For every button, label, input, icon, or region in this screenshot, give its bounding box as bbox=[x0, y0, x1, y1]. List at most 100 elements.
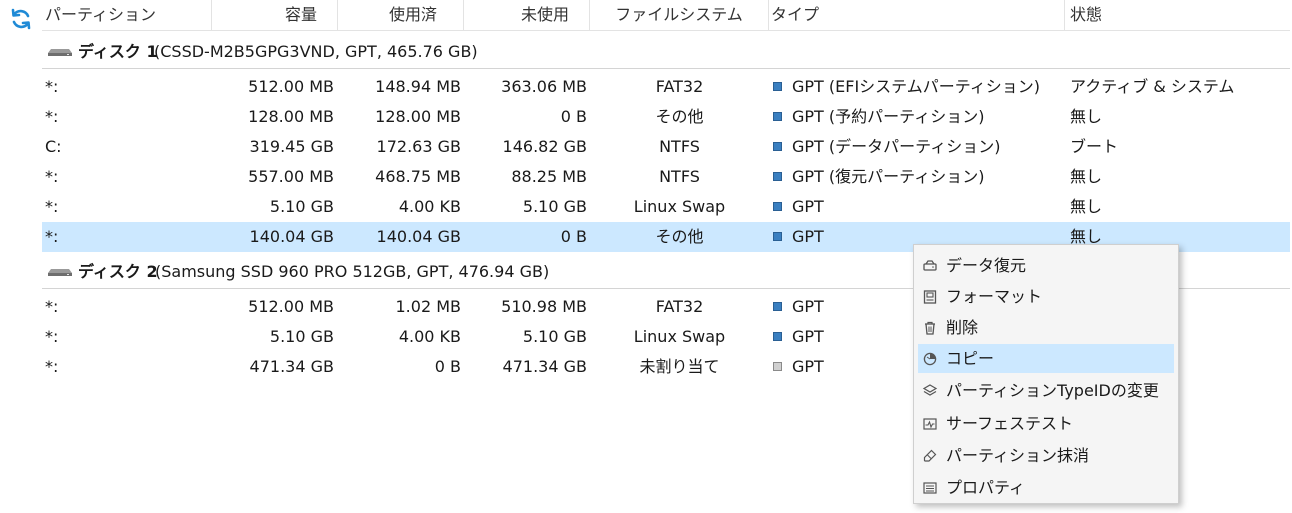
partition-unused: 0 B bbox=[560, 227, 587, 246]
properties-icon bbox=[923, 482, 937, 494]
column-header: パーティション 容量 使用済 未使用 ファイルシステム タイプ 状態 bbox=[42, 0, 1290, 31]
partition-name: *: bbox=[45, 167, 59, 186]
partition-type: GPT (復元パーティション) bbox=[792, 167, 985, 186]
context-menu-item-label: パーティション抹消 bbox=[946, 446, 1090, 465]
partition-unused: 88.25 MB bbox=[511, 167, 587, 186]
partition-name: *: bbox=[45, 77, 59, 96]
partition-type-color-icon bbox=[773, 362, 782, 371]
partition-type-color-icon bbox=[773, 142, 782, 151]
disk-drive-icon bbox=[48, 269, 72, 276]
context-menu-item-label: サーフェステスト bbox=[946, 414, 1074, 433]
partition-unused: 471.34 GB bbox=[502, 357, 587, 376]
context-menu-item[interactable]: パーティションTypeIDの変更 bbox=[918, 376, 1174, 405]
partition-type: GPT (EFIシステムパーティション) bbox=[792, 77, 1040, 96]
partition-capacity: 512.00 MB bbox=[248, 77, 334, 96]
partition-row[interactable]: *: 5.10 GB 4.00 KB 5.10 GB Linux Swap GPT 無し bbox=[42, 192, 1290, 222]
data-recovery-icon bbox=[923, 260, 937, 271]
partition-row[interactable]: *: 512.00 MB 148.94 MB 363.06 MB FAT32 GPT (E… bbox=[42, 72, 1290, 102]
partition-type: GPT (予約パーティション) bbox=[792, 107, 985, 126]
column-header-partition[interactable]: パーティション bbox=[42, 0, 212, 30]
partition-unused: 0 B bbox=[560, 107, 587, 126]
format-icon bbox=[923, 290, 937, 304]
context-menu-item-label: データ復元 bbox=[946, 256, 1027, 275]
partition-capacity: 140.04 GB bbox=[249, 227, 334, 246]
context-menu-item[interactable]: データ復元 bbox=[918, 251, 1174, 280]
partition-used: 468.75 MB bbox=[375, 167, 461, 186]
partition-status: 無し bbox=[1070, 197, 1103, 216]
context-menu-item[interactable]: サーフェステスト bbox=[918, 409, 1174, 438]
partition-capacity: 5.10 GB bbox=[269, 327, 334, 346]
column-header-status[interactable]: 状態 bbox=[1065, 0, 1290, 30]
context-menu-item[interactable]: コピー bbox=[918, 344, 1174, 373]
disk-separator bbox=[42, 68, 1290, 69]
partition-filesystem: FAT32 bbox=[655, 297, 704, 316]
partition-unused: 5.10 GB bbox=[522, 197, 587, 216]
surface-test-icon bbox=[923, 418, 937, 430]
context-menu-item-label: コピー bbox=[946, 349, 995, 368]
partition-row[interactable]: *: 128.00 MB 128.00 MB 0 B その他 GPT (予約パーティション… bbox=[42, 102, 1290, 132]
partition-name: *: bbox=[45, 357, 59, 376]
context-menu-item-label: 削除 bbox=[946, 318, 979, 337]
partition-filesystem: Linux Swap bbox=[633, 327, 726, 346]
partition-used: 172.63 GB bbox=[376, 137, 461, 156]
partition-type-color-icon bbox=[773, 172, 782, 181]
disk-label: ディスク 1 bbox=[78, 42, 158, 61]
layers-icon bbox=[922, 384, 938, 396]
partition-filesystem: その他 bbox=[655, 227, 704, 246]
context-menu-item-label: プロパティ bbox=[946, 478, 1026, 497]
column-header-type[interactable]: タイプ bbox=[769, 0, 1065, 30]
partition-row[interactable]: *: 557.00 MB 468.75 MB 88.25 MB NTFS GPT (復元パ… bbox=[42, 162, 1290, 192]
column-header-used[interactable]: 使用済 bbox=[338, 0, 464, 30]
context-menu-item[interactable]: 削除 bbox=[918, 313, 1174, 342]
context-menu-item-label: フォーマット bbox=[946, 287, 1043, 306]
column-header-unused[interactable]: 未使用 bbox=[464, 0, 590, 30]
disk-header-row[interactable]: ディスク 1 (CSSD-M2B5GPG3VND, GPT, 465.76 GB) bbox=[42, 37, 1290, 67]
eraser-icon bbox=[923, 449, 937, 462]
partition-type-color-icon bbox=[773, 332, 782, 341]
partition-row[interactable]: C: 319.45 GB 172.63 GB 146.82 GB NTFS GPT (デー… bbox=[42, 132, 1290, 162]
column-header-filesystem[interactable]: ファイルシステム bbox=[590, 0, 769, 30]
partition-name: *: bbox=[45, 197, 59, 216]
partition-capacity: 128.00 MB bbox=[248, 107, 334, 126]
partition-capacity: 512.00 MB bbox=[248, 297, 334, 316]
partition-used: 148.94 MB bbox=[375, 77, 461, 96]
copy-icon bbox=[923, 352, 937, 366]
partition-unused: 510.98 MB bbox=[501, 297, 587, 316]
partition-type: GPT bbox=[792, 197, 824, 216]
refresh-icon[interactable] bbox=[9, 7, 33, 31]
column-header-capacity[interactable]: 容量 bbox=[212, 0, 338, 30]
partition-name: C: bbox=[45, 137, 62, 156]
partition-status: 無し bbox=[1070, 107, 1103, 126]
partition-filesystem: 未割り当て bbox=[639, 357, 720, 376]
partition-filesystem: FAT32 bbox=[655, 77, 704, 96]
partition-unused: 146.82 GB bbox=[502, 137, 587, 156]
disk-drive-icon bbox=[48, 49, 72, 56]
context-menu-item[interactable]: プロパティ bbox=[918, 473, 1174, 502]
partition-type-color-icon bbox=[773, 112, 782, 121]
disk-info: (Samsung SSD 960 PRO 512GB, GPT, 476.94 … bbox=[155, 262, 550, 281]
disk-info: (CSSD-M2B5GPG3VND, GPT, 465.76 GB) bbox=[154, 42, 478, 61]
partition-name: *: bbox=[45, 227, 59, 246]
partition-used: 1.02 MB bbox=[395, 297, 462, 316]
partition-used: 0 B bbox=[434, 357, 461, 376]
partition-status: アクティブ & システム bbox=[1070, 77, 1235, 96]
partition-used: 4.00 KB bbox=[398, 197, 461, 216]
partition-status: ブート bbox=[1070, 137, 1119, 156]
context-menu: データ復元フォーマット 削除コピーパーティションTypeIDの変更サーフェステスト… bbox=[913, 244, 1179, 504]
partition-type-color-icon bbox=[773, 82, 782, 91]
partition-used: 128.00 MB bbox=[375, 107, 461, 126]
partition-used: 4.00 KB bbox=[398, 327, 461, 346]
context-menu-item[interactable]: フォーマット bbox=[918, 282, 1174, 311]
partition-status: 無し bbox=[1070, 167, 1103, 186]
partition-unused: 363.06 MB bbox=[501, 77, 587, 96]
partition-filesystem: その他 bbox=[655, 107, 704, 126]
partition-capacity: 5.10 GB bbox=[269, 197, 334, 216]
partition-filesystem: Linux Swap bbox=[633, 197, 726, 216]
partition-filesystem: NTFS bbox=[659, 137, 700, 156]
partition-type: GPT (データパーティション) bbox=[792, 137, 1001, 156]
partition-filesystem: NTFS bbox=[659, 167, 700, 186]
partition-name: *: bbox=[45, 107, 59, 126]
partition-type-color-icon bbox=[773, 302, 782, 311]
context-menu-item[interactable]: パーティション抹消 bbox=[918, 441, 1174, 470]
disk-label: ディスク 2 bbox=[78, 262, 158, 281]
